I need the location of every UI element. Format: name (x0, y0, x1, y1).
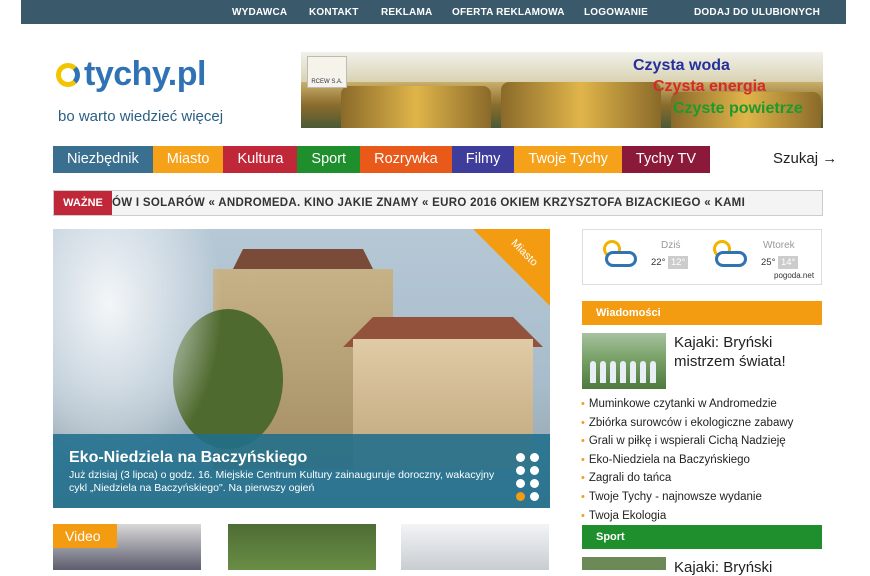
weather-tuesday-night-temp: 14° (778, 256, 799, 269)
link-kontakt[interactable]: KONTAKT (309, 7, 359, 18)
slider-dot[interactable] (530, 479, 539, 488)
nav-filmy[interactable]: Filmy (451, 146, 515, 173)
partly-cloudy-icon (711, 240, 747, 270)
weather-tuesday-temp: 25° 14° (761, 256, 799, 269)
banner-line-3: Czyste powietrze (673, 100, 803, 117)
article-thumbnail[interactable] (228, 524, 376, 570)
banner-tank (501, 82, 661, 128)
link-add-favorite[interactable]: DODAJ DO ULUBIONYCH (694, 7, 820, 18)
sport-section-header[interactable]: Sport (582, 525, 822, 549)
slider-dots (516, 453, 542, 501)
weather-today-label: Dziś (661, 240, 681, 251)
logo-text: tychy.pl (84, 55, 206, 93)
banner-line-2: Czysta energia (653, 78, 766, 95)
link-wydawca[interactable]: WYDAWCA (232, 7, 287, 18)
weather-tuesday-day-temp: 25° (761, 257, 776, 268)
slider-dot[interactable] (516, 492, 525, 501)
link-logowanie[interactable]: LOGOWANIE (584, 7, 648, 18)
nav-twoje-tychy[interactable]: Twoje Tychy (514, 146, 622, 173)
weather-today-day-temp: 22° (651, 257, 666, 268)
news-list-item[interactable]: Zbiórka surowców i ekologiczne zabawy (581, 414, 821, 433)
hero-title[interactable]: Eko-Niedziela na Baczyńskiego (69, 449, 307, 467)
ticker-text[interactable]: ÓW I SOLARÓW « ANDROMEDA. KINO JAKIE ZNA… (112, 197, 745, 209)
hero-summary: Już dzisiaj (3 lipca) o godz. 16. Miejsk… (69, 469, 495, 494)
banner-line-1: Czysta woda (633, 57, 730, 74)
ticker-badge: WAŻNE (54, 191, 112, 215)
nav-rozrywka[interactable]: Rozrywka (360, 146, 452, 173)
weather-source[interactable]: pogoda.net (774, 271, 814, 280)
sport-featured-title[interactable]: Kajaki: Bryński (674, 559, 772, 576)
news-list-item[interactable]: Eko-Niedziela na Baczyńskiego (581, 451, 821, 470)
video-label: Video (53, 524, 117, 548)
news-featured-title[interactable]: Kajaki: Bryński mistrzem świata! (674, 333, 822, 371)
nav-sport[interactable]: Sport (297, 146, 361, 173)
news-list-item[interactable]: Zagrali do tańca (581, 469, 821, 488)
nav-kultura[interactable]: Kultura (223, 146, 298, 173)
weather-today-night-temp: 12° (668, 256, 689, 269)
news-list-item[interactable]: Muminkowe czytanki w Andromedzie (581, 395, 821, 414)
hero-slider[interactable]: Miasto Eko-Niedziela na Baczyńskiego Już… (53, 229, 550, 508)
nav-tychy-tv[interactable]: Tychy TV (621, 146, 711, 173)
news-list-item[interactable]: Twoja Ekologia (581, 507, 821, 526)
site-tagline: bo warto wiedzieć więcej (58, 108, 224, 125)
slider-dot[interactable] (530, 466, 539, 475)
link-reklama[interactable]: REKLAMA (381, 7, 432, 18)
news-list-item[interactable]: Grali w piłkę i wspierali Cichą Nadzieję (581, 432, 821, 451)
partly-cloudy-icon (601, 240, 637, 270)
main-nav: Niezbędnik Miasto Kultura Sport Rozrywka… (53, 146, 711, 173)
weather-today-temp: 22° 12° (651, 256, 689, 269)
link-oferta-reklamowa[interactable]: OFERTA REKLAMOWA (452, 7, 565, 18)
news-ticker: WAŻNE ÓW I SOLARÓW « ANDROMEDA. KINO JAK… (53, 190, 823, 216)
news-featured-thumbnail[interactable] (582, 333, 666, 389)
weather-tuesday-label: Wtorek (763, 240, 795, 251)
slider-dot[interactable] (516, 466, 525, 475)
logo-ring-icon (56, 63, 80, 87)
slider-dot[interactable] (530, 492, 539, 501)
search-link[interactable]: Szukaj → (773, 150, 837, 167)
nav-miasto[interactable]: Miasto (152, 146, 224, 173)
sport-featured-thumbnail[interactable] (582, 557, 666, 570)
banner-company-name: RCEW S.A. (311, 79, 343, 85)
top-bar: WYDAWCA KONTAKT REKLAMA OFERTA REKLAMOWA… (21, 0, 846, 24)
slider-dot[interactable] (516, 453, 525, 462)
news-list: Muminkowe czytanki w Andromedzie Zbiórka… (581, 395, 821, 525)
slider-dot[interactable] (530, 453, 539, 462)
news-section-header[interactable]: Wiadomości (582, 301, 822, 325)
ad-banner[interactable]: RCEW S.A. Czysta woda Czysta energia Czy… (301, 52, 823, 128)
nav-niezbednik[interactable]: Niezbędnik (53, 146, 153, 173)
banner-tank (341, 86, 491, 128)
site-logo[interactable]: tychy.pl (54, 55, 264, 95)
banner-company-logo: RCEW S.A. (307, 56, 347, 88)
slider-dot[interactable] (516, 479, 525, 488)
news-list-item[interactable]: Twoje Tychy - najnowsze wydanie (581, 488, 821, 507)
article-thumbnail[interactable] (401, 524, 549, 570)
